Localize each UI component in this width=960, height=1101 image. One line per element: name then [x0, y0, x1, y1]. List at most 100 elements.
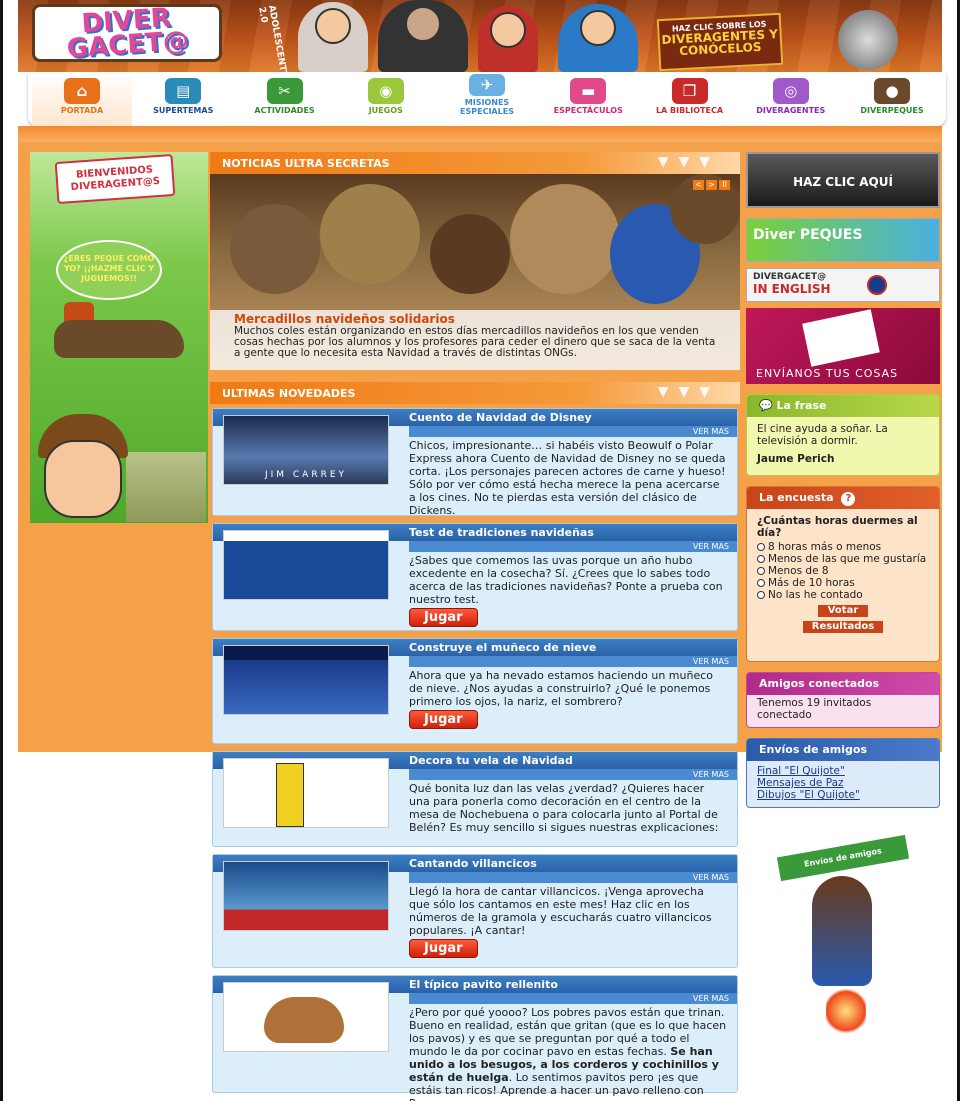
item-thumbnail[interactable] [223, 982, 389, 1052]
jugar-button[interactable]: Jugar [409, 939, 478, 958]
nav-item-juegos[interactable]: ◉ JUEGOS [336, 72, 436, 126]
candle-image [276, 763, 304, 827]
radio-button[interactable] [757, 567, 765, 575]
poll-option[interactable]: 8 horas más o menos [757, 541, 929, 553]
encuesta-box: La encuesta ? ¿Cuántas horas duermes al … [746, 486, 940, 662]
nav-label: MISIONES ESPECIALES [460, 98, 514, 116]
nav-label: LA BIBLIOTECA [655, 106, 724, 115]
item-text: ¿Sabes que comemos las uvas porque un añ… [409, 554, 723, 627]
nav-item-diveragentes[interactable]: ◎ DIVERAGENTES [741, 72, 841, 126]
nav-item-la-biblioteca[interactable]: ❐ LA BIBLIOTECA [640, 72, 740, 126]
decor-arrows: ▼▼▼ [657, 154, 720, 170]
jugar-button[interactable]: Jugar [409, 710, 478, 729]
envelope-icon [802, 309, 880, 367]
poll-option[interactable]: Menos de las que me gustaría [757, 553, 929, 565]
dog-mascot[interactable] [54, 320, 184, 358]
nav-item-actividades[interactable]: ✂ ACTIVIDADES [235, 72, 335, 126]
peque-speech-bubble[interactable]: ¿ERES PEQUE COMO YO? ¡¡HAZME CLIC Y JUGU… [56, 240, 162, 300]
votar-button[interactable]: Votar [818, 605, 868, 617]
ver-mas-link[interactable]: VER MAS [693, 542, 729, 551]
scissors-icon: ✂ [266, 78, 303, 104]
main-content: NOTICIAS ULTRA SECRETAS ▼▼▼ < > II Merca… [210, 152, 740, 1101]
envios-link[interactable]: Mensajes de Paz [757, 777, 929, 789]
slider-prev-button[interactable]: < [693, 180, 704, 190]
ver-mas-link[interactable]: VER MAS [693, 427, 729, 436]
list-item: Construye el muñeco de nieve VER MAS Aho… [212, 638, 738, 744]
home-icon: ⌂ [64, 78, 100, 104]
list-item: Decora tu vela de Navidad VER MAS Qué bo… [212, 751, 738, 847]
haz-clic-aqui-button[interactable]: HAZ CLIC AQUÍ [746, 152, 940, 208]
list-item: Cantando villancicos VER MAS Llegó la ho… [212, 854, 738, 968]
ver-mas-link[interactable]: VER MAS [693, 657, 729, 666]
right-sidebar: HAZ CLIC AQUÍ Diver PEQUES DIVERGACET@ I… [746, 152, 942, 1036]
item-text: Llegó la hora de cantar villancicos. ¡Ve… [409, 885, 712, 958]
logo-text: DIVER GACET@ [65, 2, 190, 65]
open-book-icon: ❐ [671, 78, 708, 104]
list-item: Cuento de Navidad de Disney VER MAS JIM … [212, 408, 738, 517]
jetpack-kid-illustration[interactable]: Envíos de amigos [772, 834, 932, 1046]
turkey-image [264, 997, 344, 1043]
poll-option[interactable]: Más de 10 horas [757, 577, 929, 589]
slider-pause-button[interactable]: II [719, 180, 730, 190]
item-thumbnail[interactable]: JIM CARREY [223, 415, 389, 485]
ticket-icon: ▬ [570, 78, 607, 104]
item-text: Qué bonita luz dan las velas ¿verdad? ¿Q… [409, 782, 719, 834]
frase-text: El cine ayuda a soñar. La televisión a d… [757, 423, 888, 447]
radio-button[interactable] [757, 579, 765, 587]
encuesta-question: ¿Cuántas horas duermes al día? [757, 515, 918, 539]
nav-underline [18, 126, 942, 142]
ver-mas-link[interactable]: VER MAS [693, 873, 729, 882]
nav-item-supertemas[interactable]: ▤ SUPERTEMAS [133, 72, 233, 126]
nav-item-misiones-especiales[interactable]: ✈ MISIONES ESPECIALES [437, 72, 537, 126]
poll-option[interactable]: Menos de 8 [757, 565, 929, 577]
left-sidebar: BIENVENIDOS DIVERAGENT@S ¿ERES PEQUE COM… [30, 152, 208, 523]
nav-item-portada[interactable]: ⌂ PORTADA [32, 72, 132, 126]
item-thumbnail[interactable] [223, 861, 389, 931]
site-header: DIVER GACET@ ADOLESCENTES 2.0 HAZ CLIC S… [18, 0, 942, 72]
item-thumbnail[interactable] [223, 645, 389, 715]
question-icon: ? [841, 492, 856, 506]
envianos-banner[interactable]: ENVÍANOS TUS COSAS [746, 308, 940, 384]
diveragentes-promo[interactable]: HAZ CLIC SOBRE LOS DIVERAGENTES Y CONÓCE… [656, 12, 784, 72]
news-caption: Mercadillos navideños solidarios Muchos … [210, 310, 740, 370]
slider-controls: < > II [693, 180, 730, 190]
encuesta-title: La encuesta [759, 491, 834, 504]
item-thumbnail[interactable] [223, 758, 389, 828]
news-slider[interactable]: < > II Mercadillos navideños solidarios … [210, 174, 740, 370]
english-banner[interactable]: DIVERGACET@ IN ENGLISH [746, 268, 940, 302]
diverpeques-banner[interactable]: Diver PEQUES [746, 218, 940, 262]
radio-button[interactable] [757, 555, 765, 563]
amigos-title: Amigos conectados [759, 677, 880, 690]
nav-label: DIVERPEQUES [860, 106, 924, 115]
main-nav: ⌂ PORTADA ▤ SUPERTEMAS ✂ ACTIVIDADES ◉ JUEGOS ✈ M… [28, 72, 946, 126]
nav-label: JUEGOS [368, 106, 403, 115]
uk-flag-icon [867, 275, 887, 295]
ver-mas-link[interactable]: VER MAS [693, 994, 729, 1003]
envios-link[interactable]: Dibujos "El Quijote" [757, 789, 929, 801]
slider-next-button[interactable]: > [706, 180, 717, 190]
news-header: NOTICIAS ULTRA SECRETAS ▼▼▼ [210, 152, 740, 174]
target-icon: ◎ [772, 78, 809, 104]
robot-mascot [838, 10, 898, 70]
radio-button[interactable] [757, 543, 765, 551]
jugar-button[interactable]: Jugar [409, 608, 478, 627]
nav-label: ACTIVIDADES [254, 106, 315, 115]
logo-tagline: ADOLESCENTES 2.0 [256, 4, 290, 72]
nav-item-diverpeques[interactable]: ● DIVERPEQUES [842, 72, 942, 126]
speech-icon: 💬 [759, 399, 773, 412]
envios-link[interactable]: Final "El Quijote" [757, 765, 929, 777]
list-item: El típico pavito rellenito VER MAS ¿Pero… [212, 975, 738, 1101]
radio-button[interactable] [757, 591, 765, 599]
envios-sign: Envíos de amigos [776, 834, 910, 882]
site-logo[interactable]: DIVER GACET@ [32, 2, 222, 65]
latest-header: ULTIMAS NOVEDADES ▼▼▼ [210, 382, 740, 404]
poll-option[interactable]: No las he contado [757, 589, 929, 601]
resultados-button[interactable]: Resultados [803, 621, 883, 633]
nav-label: SUPERTEMAS [153, 106, 214, 115]
news-title[interactable]: Mercadillos navideños solidarios [234, 312, 716, 326]
ver-mas-link[interactable]: VER MAS [693, 770, 729, 779]
envios-title: Envíos de amigos [759, 743, 868, 756]
item-thumbnail[interactable] [223, 530, 389, 600]
nav-item-espectáculos[interactable]: ▬ ESPECTÁCULOS [538, 72, 638, 126]
character-boy-cap [478, 6, 538, 72]
